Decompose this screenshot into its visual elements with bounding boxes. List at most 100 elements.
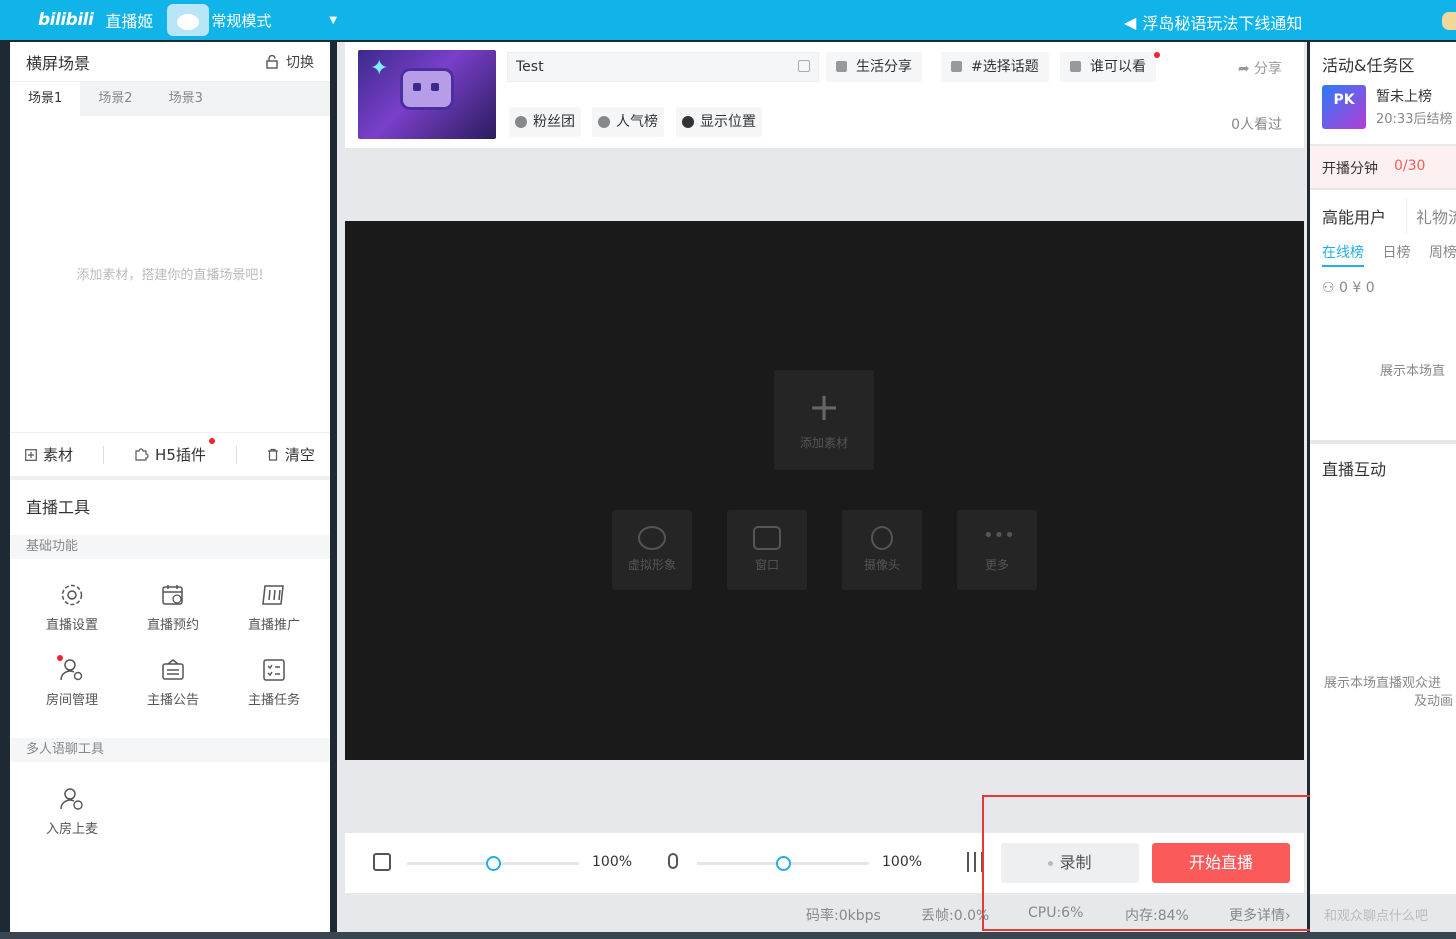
divider (1406, 198, 1407, 234)
scene-empty-hint: 添加素材，搭建你的直播场景吧! (76, 268, 264, 283)
mode-selector[interactable]: 常规模式 (211, 10, 271, 31)
h5-label: H5插件 (155, 446, 206, 464)
source-label: 更多 (984, 558, 1009, 572)
tab-high-energy-users[interactable]: 高能用户 (1322, 204, 1386, 228)
slider-knob[interactable] (776, 856, 791, 871)
location-label: 显示位置 (700, 114, 756, 130)
speaker-volume-slider[interactable] (407, 856, 579, 871)
mixer-icon[interactable] (965, 852, 985, 872)
tool-join-mic[interactable]: 入房上麦 (22, 786, 122, 837)
h5-plugin-button[interactable]: H5插件 (134, 438, 215, 465)
interaction-title: 直播互动 (1322, 460, 1387, 479)
tool-host-tasks[interactable]: 主播任务 (224, 657, 324, 708)
tab-gift-stream[interactable]: 礼物流 (1416, 204, 1456, 228)
source-avatar-tile[interactable]: 虚拟形象 (612, 510, 692, 590)
lock-icon (266, 54, 278, 69)
tab-scene-1[interactable]: 场景1 (10, 82, 81, 116)
tab-daily-rank[interactable]: 日榜 (1382, 245, 1410, 261)
eye-icon (1070, 61, 1081, 72)
record-button[interactable]: 录制 (1001, 843, 1139, 883)
visibility-label: 谁可以看 (1090, 59, 1146, 75)
tab-weekly-rank[interactable]: 周榜 (1429, 245, 1456, 261)
source-window-tile[interactable]: 窗口 (727, 510, 807, 590)
share-button[interactable]: ➦ 分享 (1238, 58, 1282, 78)
user-icon: ⚇ (1322, 280, 1340, 296)
calendar-icon (160, 582, 186, 608)
source-label: 摄像头 (863, 558, 900, 572)
tab-scene-3[interactable]: 场景3 (151, 82, 221, 116)
interaction-hint-2: 及动画 (1414, 694, 1454, 709)
star-icon: ✦ (370, 56, 389, 81)
mic-volume-value: 100% (882, 854, 923, 870)
scene-header: 横屏场景 切换 (10, 42, 330, 82)
status-bar: 码率:0kbps 丢帧:0.0% CPU:6% 内存:84% 更多详情› (337, 902, 1307, 928)
topic-chip[interactable]: #选择话题 (941, 52, 1049, 82)
pk-badge-icon[interactable]: PK (1322, 85, 1366, 129)
record-label: 录制 (1059, 853, 1092, 872)
rank-status: 暂未上榜 (1376, 89, 1432, 105)
tool-live-promotion[interactable]: 直播推广 (224, 582, 324, 633)
tool-label: 主播公告 (146, 693, 199, 708)
clear-button[interactable]: 清空 (267, 444, 315, 465)
chat-input[interactable]: 和观众聊点什么吧 (1310, 898, 1456, 928)
edit-icon[interactable] (798, 60, 810, 72)
source-camera-tile[interactable]: 摄像头 (842, 510, 922, 590)
plus-square-icon (25, 448, 37, 461)
tool-announcement[interactable]: 主播公告 (123, 657, 223, 708)
more-dots-icon: ••• (983, 525, 1015, 546)
new-badge-dot (1154, 52, 1160, 58)
notice-text: 浮岛秘语玩法下线通知 (1142, 14, 1303, 33)
start-live-button[interactable]: 开始直播 (1152, 843, 1290, 883)
clear-label: 清空 (284, 446, 315, 464)
taskbar-strip (0, 932, 1456, 939)
location-button[interactable]: 显示位置 (676, 107, 762, 137)
category-label: 生活分享 (856, 59, 912, 75)
section-multi-chat: 多人语聊工具 (10, 738, 330, 762)
slider-fill (407, 862, 493, 865)
hashtag-icon (951, 61, 962, 72)
user-counts: ⚇ 0 ¥ 0 (1322, 280, 1375, 296)
tool-room-management[interactable]: 房间管理 (22, 655, 122, 708)
category-chip[interactable]: 生活分享 (826, 52, 922, 82)
center-panel: ✦ Test 生活分享 #选择话题 谁可以看 ➦ 分享 粉丝团 人气榜 显示位置… (337, 42, 1319, 932)
scene-title: 横屏场景 (26, 53, 91, 73)
user-avatar[interactable] (1442, 12, 1456, 30)
activity-title: 活动&任务区 (1322, 56, 1415, 75)
mascot-image (167, 4, 210, 36)
chat-input-placeholder: 和观众聊点什么吧 (1324, 909, 1429, 924)
tool-live-settings[interactable]: 直播设置 (22, 582, 122, 633)
visibility-chip[interactable]: 谁可以看 (1060, 52, 1160, 82)
app-name: 直播姬 (105, 12, 154, 31)
microphone-icon[interactable] (668, 853, 678, 869)
mic-volume-slider[interactable] (697, 856, 869, 871)
add-material-tile[interactable]: + 添加素材 (774, 370, 874, 470)
rank-subtabs: 在线榜 日榜 周榜 (1322, 242, 1456, 267)
speaker-icon: ◀︎ (1124, 12, 1137, 32)
tool-label: 直播预约 (146, 618, 199, 633)
add-material-button[interactable]: 素材 (25, 444, 73, 465)
slider-knob[interactable] (486, 856, 501, 871)
cover-image[interactable]: ✦ (358, 50, 496, 139)
stream-title-input[interactable]: Test (507, 52, 819, 82)
source-more-tile[interactable]: ••• 更多 (957, 510, 1037, 590)
title-bar: bilibili 直播姬 常规模式 ▼ ◀︎ 浮岛秘语玩法下线通知 (0, 0, 1456, 40)
memory-stat: 内存:84% (1125, 908, 1189, 924)
speaker-icon[interactable] (373, 853, 391, 871)
left-panel: 横屏场景 切换 场景1 场景2 场景3 添加素材，搭建你的直播场景吧! 素材 H… (10, 42, 330, 932)
plus-icon: + (808, 385, 840, 429)
tab-online-rank[interactable]: 在线榜 (1322, 245, 1364, 267)
tools-title: 直播工具 (26, 498, 91, 517)
popularity-button[interactable]: 人气榜 (592, 107, 664, 137)
puzzle-icon (135, 448, 149, 461)
switch-button[interactable]: 切换 (266, 52, 314, 72)
broadcast-minutes-card: 开播分钟 0/30 (1310, 146, 1456, 188)
fan-club-button[interactable]: 粉丝团 (509, 107, 581, 137)
tab-scene-2[interactable]: 场景2 (80, 82, 150, 116)
minutes-label: 开播分钟 (1322, 161, 1378, 177)
slider-fill (697, 862, 783, 865)
more-details-link[interactable]: 更多详情› (1229, 905, 1291, 925)
camera-icon (871, 526, 893, 550)
notice-banner[interactable]: ◀︎ 浮岛秘语玩法下线通知 (1124, 10, 1302, 34)
tool-live-schedule[interactable]: 直播预约 (123, 582, 223, 633)
caret-down-icon[interactable]: ▼ (329, 15, 337, 26)
